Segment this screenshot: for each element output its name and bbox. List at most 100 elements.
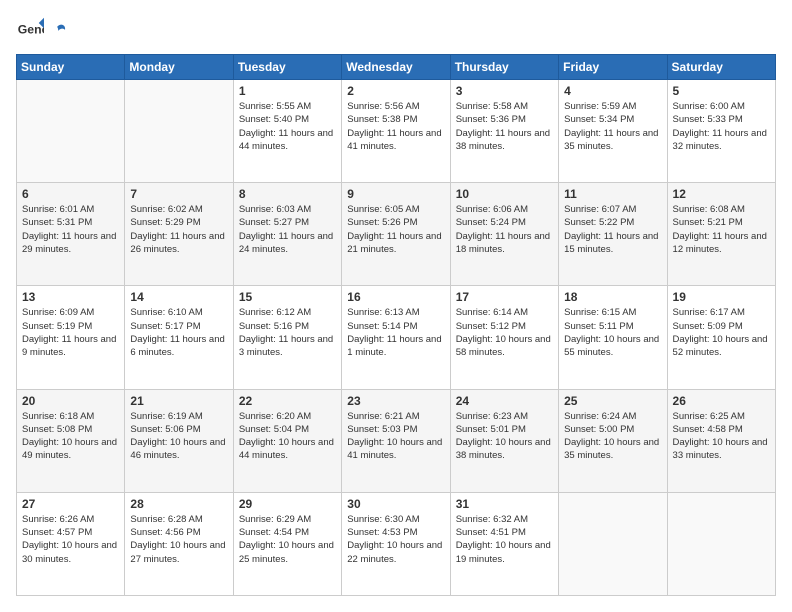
day-info: Sunrise: 6:19 AMSunset: 5:06 PMDaylight:… bbox=[130, 410, 227, 463]
day-number: 12 bbox=[673, 187, 770, 201]
day-cell: 19 Sunrise: 6:17 AMSunset: 5:09 PMDaylig… bbox=[667, 286, 775, 389]
day-cell: 7 Sunrise: 6:02 AMSunset: 5:29 PMDayligh… bbox=[125, 183, 233, 286]
day-number: 21 bbox=[130, 394, 227, 408]
weekday-tuesday: Tuesday bbox=[233, 55, 341, 80]
day-info: Sunrise: 6:23 AMSunset: 5:01 PMDaylight:… bbox=[456, 410, 553, 463]
day-number: 23 bbox=[347, 394, 444, 408]
day-cell: 29 Sunrise: 6:29 AMSunset: 4:54 PMDaylig… bbox=[233, 492, 341, 595]
day-info: Sunrise: 6:01 AMSunset: 5:31 PMDaylight:… bbox=[22, 203, 119, 256]
weekday-friday: Friday bbox=[559, 55, 667, 80]
day-cell: 16 Sunrise: 6:13 AMSunset: 5:14 PMDaylig… bbox=[342, 286, 450, 389]
day-number: 29 bbox=[239, 497, 336, 511]
day-cell: 12 Sunrise: 6:08 AMSunset: 5:21 PMDaylig… bbox=[667, 183, 775, 286]
day-cell: 14 Sunrise: 6:10 AMSunset: 5:17 PMDaylig… bbox=[125, 286, 233, 389]
day-cell bbox=[667, 492, 775, 595]
day-cell: 18 Sunrise: 6:15 AMSunset: 5:11 PMDaylig… bbox=[559, 286, 667, 389]
day-cell: 9 Sunrise: 6:05 AMSunset: 5:26 PMDayligh… bbox=[342, 183, 450, 286]
day-cell: 15 Sunrise: 6:12 AMSunset: 5:16 PMDaylig… bbox=[233, 286, 341, 389]
day-cell: 10 Sunrise: 6:06 AMSunset: 5:24 PMDaylig… bbox=[450, 183, 558, 286]
calendar-table: SundayMondayTuesdayWednesdayThursdayFrid… bbox=[16, 54, 776, 596]
day-number: 14 bbox=[130, 290, 227, 304]
day-info: Sunrise: 6:06 AMSunset: 5:24 PMDaylight:… bbox=[456, 203, 553, 256]
day-cell: 2 Sunrise: 5:56 AMSunset: 5:38 PMDayligh… bbox=[342, 80, 450, 183]
day-info: Sunrise: 6:20 AMSunset: 5:04 PMDaylight:… bbox=[239, 410, 336, 463]
day-cell: 13 Sunrise: 6:09 AMSunset: 5:19 PMDaylig… bbox=[17, 286, 125, 389]
day-cell: 22 Sunrise: 6:20 AMSunset: 5:04 PMDaylig… bbox=[233, 389, 341, 492]
day-number: 26 bbox=[673, 394, 770, 408]
day-cell: 4 Sunrise: 5:59 AMSunset: 5:34 PMDayligh… bbox=[559, 80, 667, 183]
day-number: 28 bbox=[130, 497, 227, 511]
day-number: 27 bbox=[22, 497, 119, 511]
day-number: 15 bbox=[239, 290, 336, 304]
day-cell: 27 Sunrise: 6:26 AMSunset: 4:57 PMDaylig… bbox=[17, 492, 125, 595]
day-number: 24 bbox=[456, 394, 553, 408]
day-number: 18 bbox=[564, 290, 661, 304]
day-number: 1 bbox=[239, 84, 336, 98]
day-cell: 8 Sunrise: 6:03 AMSunset: 5:27 PMDayligh… bbox=[233, 183, 341, 286]
day-cell bbox=[559, 492, 667, 595]
day-info: Sunrise: 6:07 AMSunset: 5:22 PMDaylight:… bbox=[564, 203, 661, 256]
day-info: Sunrise: 6:17 AMSunset: 5:09 PMDaylight:… bbox=[673, 306, 770, 359]
day-info: Sunrise: 6:32 AMSunset: 4:51 PMDaylight:… bbox=[456, 513, 553, 566]
day-info: Sunrise: 6:14 AMSunset: 5:12 PMDaylight:… bbox=[456, 306, 553, 359]
day-number: 3 bbox=[456, 84, 553, 98]
day-info: Sunrise: 5:55 AMSunset: 5:40 PMDaylight:… bbox=[239, 100, 336, 153]
day-info: Sunrise: 6:03 AMSunset: 5:27 PMDaylight:… bbox=[239, 203, 336, 256]
logo-bird-icon bbox=[49, 22, 67, 40]
svg-text:General: General bbox=[18, 23, 44, 37]
day-cell: 5 Sunrise: 6:00 AMSunset: 5:33 PMDayligh… bbox=[667, 80, 775, 183]
day-cell: 26 Sunrise: 6:25 AMSunset: 4:58 PMDaylig… bbox=[667, 389, 775, 492]
day-cell: 31 Sunrise: 6:32 AMSunset: 4:51 PMDaylig… bbox=[450, 492, 558, 595]
logo-icon: General bbox=[16, 16, 44, 44]
week-row-1: 1 Sunrise: 5:55 AMSunset: 5:40 PMDayligh… bbox=[17, 80, 776, 183]
day-number: 31 bbox=[456, 497, 553, 511]
day-cell: 23 Sunrise: 6:21 AMSunset: 5:03 PMDaylig… bbox=[342, 389, 450, 492]
day-info: Sunrise: 6:24 AMSunset: 5:00 PMDaylight:… bbox=[564, 410, 661, 463]
logo: General bbox=[16, 16, 68, 44]
day-info: Sunrise: 6:09 AMSunset: 5:19 PMDaylight:… bbox=[22, 306, 119, 359]
day-number: 17 bbox=[456, 290, 553, 304]
page-header: General bbox=[16, 16, 776, 44]
day-cell: 25 Sunrise: 6:24 AMSunset: 5:00 PMDaylig… bbox=[559, 389, 667, 492]
day-number: 9 bbox=[347, 187, 444, 201]
day-info: Sunrise: 5:56 AMSunset: 5:38 PMDaylight:… bbox=[347, 100, 444, 153]
day-number: 30 bbox=[347, 497, 444, 511]
day-info: Sunrise: 6:05 AMSunset: 5:26 PMDaylight:… bbox=[347, 203, 444, 256]
week-row-3: 13 Sunrise: 6:09 AMSunset: 5:19 PMDaylig… bbox=[17, 286, 776, 389]
day-info: Sunrise: 6:10 AMSunset: 5:17 PMDaylight:… bbox=[130, 306, 227, 359]
weekday-sunday: Sunday bbox=[17, 55, 125, 80]
day-cell: 28 Sunrise: 6:28 AMSunset: 4:56 PMDaylig… bbox=[125, 492, 233, 595]
day-cell: 24 Sunrise: 6:23 AMSunset: 5:01 PMDaylig… bbox=[450, 389, 558, 492]
day-number: 11 bbox=[564, 187, 661, 201]
day-info: Sunrise: 6:25 AMSunset: 4:58 PMDaylight:… bbox=[673, 410, 770, 463]
day-number: 16 bbox=[347, 290, 444, 304]
day-number: 7 bbox=[130, 187, 227, 201]
day-info: Sunrise: 6:02 AMSunset: 5:29 PMDaylight:… bbox=[130, 203, 227, 256]
day-info: Sunrise: 6:12 AMSunset: 5:16 PMDaylight:… bbox=[239, 306, 336, 359]
day-cell: 6 Sunrise: 6:01 AMSunset: 5:31 PMDayligh… bbox=[17, 183, 125, 286]
weekday-thursday: Thursday bbox=[450, 55, 558, 80]
day-cell: 1 Sunrise: 5:55 AMSunset: 5:40 PMDayligh… bbox=[233, 80, 341, 183]
week-row-5: 27 Sunrise: 6:26 AMSunset: 4:57 PMDaylig… bbox=[17, 492, 776, 595]
day-number: 6 bbox=[22, 187, 119, 201]
weekday-saturday: Saturday bbox=[667, 55, 775, 80]
day-cell: 3 Sunrise: 5:58 AMSunset: 5:36 PMDayligh… bbox=[450, 80, 558, 183]
weekday-header-row: SundayMondayTuesdayWednesdayThursdayFrid… bbox=[17, 55, 776, 80]
day-number: 2 bbox=[347, 84, 444, 98]
day-number: 19 bbox=[673, 290, 770, 304]
day-info: Sunrise: 6:29 AMSunset: 4:54 PMDaylight:… bbox=[239, 513, 336, 566]
day-cell: 20 Sunrise: 6:18 AMSunset: 5:08 PMDaylig… bbox=[17, 389, 125, 492]
day-info: Sunrise: 6:21 AMSunset: 5:03 PMDaylight:… bbox=[347, 410, 444, 463]
day-number: 8 bbox=[239, 187, 336, 201]
week-row-4: 20 Sunrise: 6:18 AMSunset: 5:08 PMDaylig… bbox=[17, 389, 776, 492]
day-number: 13 bbox=[22, 290, 119, 304]
day-cell: 30 Sunrise: 6:30 AMSunset: 4:53 PMDaylig… bbox=[342, 492, 450, 595]
day-cell: 17 Sunrise: 6:14 AMSunset: 5:12 PMDaylig… bbox=[450, 286, 558, 389]
week-row-2: 6 Sunrise: 6:01 AMSunset: 5:31 PMDayligh… bbox=[17, 183, 776, 286]
day-info: Sunrise: 6:08 AMSunset: 5:21 PMDaylight:… bbox=[673, 203, 770, 256]
weekday-monday: Monday bbox=[125, 55, 233, 80]
day-info: Sunrise: 6:18 AMSunset: 5:08 PMDaylight:… bbox=[22, 410, 119, 463]
day-info: Sunrise: 6:13 AMSunset: 5:14 PMDaylight:… bbox=[347, 306, 444, 359]
day-info: Sunrise: 6:26 AMSunset: 4:57 PMDaylight:… bbox=[22, 513, 119, 566]
day-info: Sunrise: 6:28 AMSunset: 4:56 PMDaylight:… bbox=[130, 513, 227, 566]
